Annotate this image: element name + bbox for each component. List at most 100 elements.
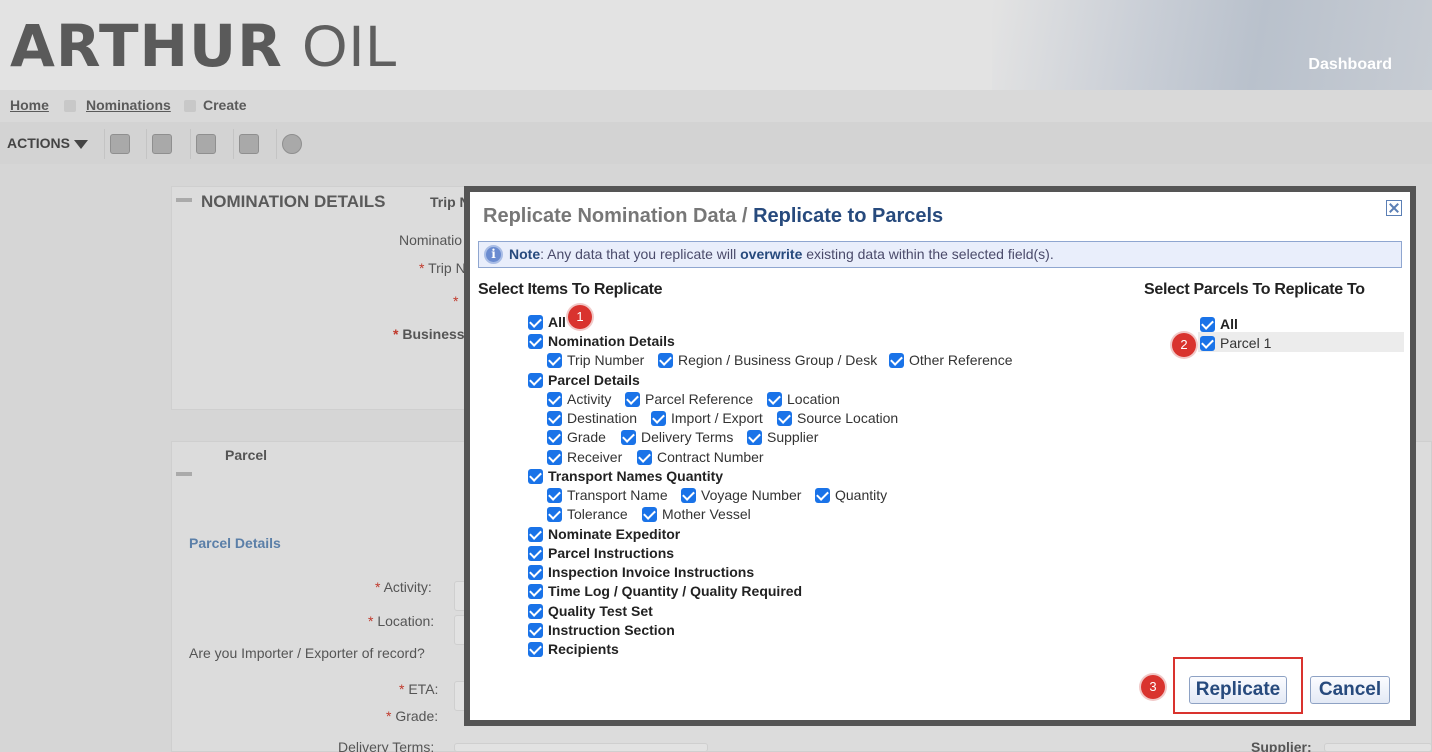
checkbox-location[interactable]: Location	[767, 391, 840, 407]
checkbox-icon[interactable]	[651, 410, 666, 426]
cancel-icon[interactable]	[276, 129, 306, 159]
actions-menu[interactable]: ACTIONS	[7, 135, 88, 151]
importer-label: Are you Importer / Exporter of record?	[189, 645, 425, 661]
checkbox-icon[interactable]	[1200, 316, 1215, 332]
checkbox-icon[interactable]	[547, 449, 562, 465]
checkbox-inspection-invoice[interactable]: Inspection Invoice Instructions	[528, 564, 754, 580]
checkbox-icon[interactable]	[528, 468, 543, 484]
checkbox-icon[interactable]	[642, 506, 657, 522]
checkbox-icon[interactable]	[547, 487, 562, 503]
checkbox-delivery-terms[interactable]: Delivery Terms	[621, 429, 733, 445]
checkbox-icon[interactable]	[547, 506, 562, 522]
checkbox-quantity[interactable]: Quantity	[815, 487, 887, 503]
checkbox-icon[interactable]	[528, 564, 543, 580]
checkbox-voyage-number[interactable]: Voyage Number	[681, 487, 801, 503]
app-header: ARTHUR OIL Dashboard	[0, 0, 1432, 90]
checkbox-source-location[interactable]: Source Location	[777, 410, 898, 426]
dashboard-link[interactable]: Dashboard	[1308, 56, 1392, 74]
save-copy-icon[interactable]	[190, 129, 220, 159]
checkbox-other-reference[interactable]: Other Reference	[889, 352, 1013, 368]
breadcrumb-create: Create	[203, 97, 247, 113]
checkbox-tolerance[interactable]: Tolerance	[547, 506, 628, 522]
checkbox-icon[interactable]	[528, 545, 543, 561]
cancel-button[interactable]: Cancel	[1310, 676, 1390, 704]
checkbox-trip-number[interactable]: Trip Number	[547, 352, 644, 368]
checkbox-transport[interactable]: Transport Names Quantity	[528, 468, 723, 484]
save-submit-icon[interactable]	[233, 129, 263, 159]
step-badge-1: 1	[568, 305, 592, 329]
checkbox-icon[interactable]	[547, 410, 562, 426]
checkbox-import-export[interactable]: Import / Export	[651, 410, 763, 426]
checkbox-icon[interactable]	[528, 583, 543, 599]
checkbox-time-log[interactable]: Time Log / Quantity / Quality Required	[528, 583, 802, 599]
checkbox-icon[interactable]	[815, 487, 830, 503]
checkbox-icon[interactable]	[528, 622, 543, 638]
checkbox-icon[interactable]	[889, 352, 904, 368]
checkbox-icon[interactable]	[547, 391, 562, 407]
checkbox-contract-number[interactable]: Contract Number	[637, 449, 764, 465]
checkbox-icon[interactable]	[658, 352, 673, 368]
step-badge-3: 3	[1141, 675, 1165, 699]
toolbar: ACTIONS	[0, 122, 1432, 164]
breadcrumb-nominations[interactable]: Nominations	[86, 97, 171, 113]
checkbox-icon[interactable]	[1200, 335, 1215, 351]
checkbox-all-items[interactable]: All	[528, 314, 566, 330]
parcel-details-link[interactable]: Parcel Details	[189, 535, 281, 551]
checkbox-nomination-details[interactable]: Nomination Details	[528, 333, 675, 349]
required-marker: *	[453, 293, 459, 309]
supplier-label: Supplier:	[1251, 739, 1312, 752]
breadcrumb: Home Nominations Create	[0, 90, 1432, 122]
grade-label: * Grade:	[386, 708, 439, 724]
collapse-icon[interactable]	[176, 198, 192, 202]
checkbox-icon[interactable]	[625, 391, 640, 407]
supplier-input[interactable]	[1324, 743, 1432, 752]
nomination-details-panel	[171, 186, 471, 410]
checkbox-icon[interactable]	[528, 641, 543, 657]
trip-number-label: * Trip N	[419, 260, 466, 276]
checkbox-icon[interactable]	[767, 391, 782, 407]
replicate-icon[interactable]	[104, 129, 134, 159]
checkbox-icon[interactable]	[747, 429, 762, 445]
checkbox-icon[interactable]	[528, 603, 543, 619]
save-icon[interactable]	[146, 129, 176, 159]
checkbox-mother-vessel[interactable]: Mother Vessel	[642, 506, 751, 522]
checkbox-parcel-instructions[interactable]: Parcel Instructions	[528, 545, 674, 561]
breadcrumb-separator-icon	[64, 100, 76, 112]
checkbox-icon[interactable]	[547, 352, 562, 368]
close-icon[interactable]	[1386, 200, 1402, 216]
checkbox-quality-test-set[interactable]: Quality Test Set	[528, 603, 653, 619]
delivery-terms-input[interactable]	[454, 743, 708, 752]
checkbox-icon[interactable]	[777, 410, 792, 426]
parcel-tab[interactable]: Parcel	[225, 447, 267, 463]
checkbox-destination[interactable]: Destination	[547, 410, 637, 426]
checkbox-recipients[interactable]: Recipients	[528, 641, 619, 657]
checkbox-activity[interactable]: Activity	[547, 391, 611, 407]
replicate-dialog: Replicate Nomination Data / Replicate to…	[464, 186, 1416, 726]
location-label: * Location:	[368, 613, 435, 629]
checkbox-parcel-reference[interactable]: Parcel Reference	[625, 391, 753, 407]
checkbox-parcel-1[interactable]: Parcel 1	[1200, 335, 1271, 351]
replicate-button[interactable]: Replicate	[1189, 676, 1287, 704]
checkbox-all-parcels[interactable]: All	[1200, 316, 1238, 332]
checkbox-nominate-expeditor[interactable]: Nominate Expeditor	[528, 526, 680, 542]
caret-down-icon	[74, 139, 88, 149]
checkbox-icon[interactable]	[681, 487, 696, 503]
header-swoosh	[992, 0, 1432, 90]
info-icon: i	[484, 245, 503, 264]
breadcrumb-home[interactable]: Home	[10, 97, 49, 113]
checkbox-icon[interactable]	[528, 333, 543, 349]
checkbox-receiver[interactable]: Receiver	[547, 449, 622, 465]
checkbox-grade[interactable]: Grade	[547, 429, 606, 445]
checkbox-icon[interactable]	[528, 314, 543, 330]
checkbox-icon[interactable]	[637, 449, 652, 465]
checkbox-icon[interactable]	[528, 372, 543, 388]
checkbox-icon[interactable]	[547, 429, 562, 445]
checkbox-icon[interactable]	[528, 526, 543, 542]
checkbox-icon[interactable]	[621, 429, 636, 445]
checkbox-region[interactable]: Region / Business Group / Desk	[658, 352, 877, 368]
checkbox-instruction-section[interactable]: Instruction Section	[528, 622, 675, 638]
collapse-icon[interactable]	[176, 472, 192, 476]
checkbox-transport-name[interactable]: Transport Name	[547, 487, 668, 503]
checkbox-supplier[interactable]: Supplier	[747, 429, 818, 445]
checkbox-parcel-details[interactable]: Parcel Details	[528, 372, 640, 388]
